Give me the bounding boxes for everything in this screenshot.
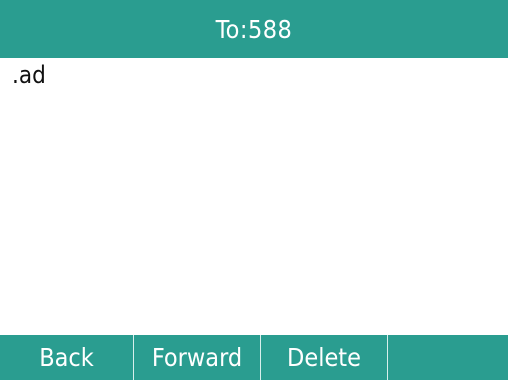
softkey-bar: Back Forward Delete bbox=[0, 335, 508, 380]
empty-softkey[interactable] bbox=[388, 335, 508, 380]
message-text[interactable]: .ad bbox=[12, 60, 496, 310]
title-bar: To:588 bbox=[0, 0, 508, 58]
back-softkey[interactable]: Back bbox=[0, 335, 134, 380]
forward-softkey[interactable]: Forward bbox=[134, 335, 261, 380]
recipient-title: To:588 bbox=[215, 14, 293, 44]
delete-softkey[interactable]: Delete bbox=[261, 335, 388, 380]
message-view-screen: To:588 .ad Back Forward Delete bbox=[0, 0, 508, 380]
